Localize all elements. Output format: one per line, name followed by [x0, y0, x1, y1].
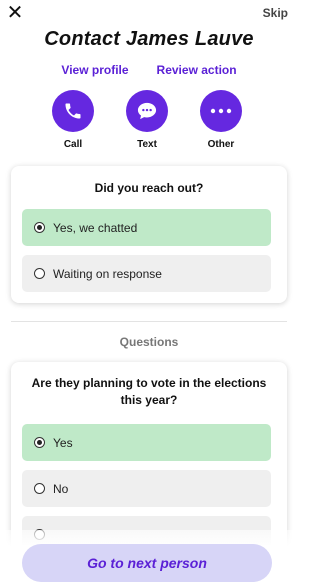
profile-links: View profile Review action — [0, 63, 298, 77]
other-label: Other — [207, 139, 235, 150]
option-no[interactable]: No — [22, 470, 271, 507]
reach-out-question: Did you reach out? — [94, 181, 204, 195]
call-button[interactable]: Call — [43, 90, 103, 150]
vote-question: Are they planning to vote in the electio… — [31, 376, 267, 407]
option-yes-chatted[interactable]: Yes, we chatted — [22, 209, 271, 246]
reach-out-card: Did you reach out? Yes, we chatted Waiti… — [11, 166, 287, 303]
page-title: Contact James Lauve — [44, 28, 254, 50]
skip-button[interactable]: Skip — [263, 6, 288, 20]
next-person-button[interactable]: Go to next person — [22, 544, 272, 582]
other-button[interactable]: Other — [191, 90, 251, 150]
option-label: Yes, we chatted — [53, 220, 138, 235]
questions-section-title: Questions — [119, 335, 179, 349]
text-button[interactable]: Text — [117, 90, 177, 150]
option-yes[interactable]: Yes — [22, 424, 271, 461]
option-label: No — [53, 481, 69, 496]
radio-empty-icon — [34, 483, 45, 494]
option-label: Yes — [53, 435, 73, 450]
top-bar: ✕ Skip — [0, 0, 298, 30]
chat-bubble-icon — [126, 90, 168, 132]
review-action-link[interactable]: Review action — [157, 63, 237, 77]
close-icon[interactable]: ✕ — [6, 3, 24, 23]
option-waiting[interactable]: Waiting on response — [22, 255, 271, 292]
text-label: Text — [137, 139, 157, 150]
section-divider — [11, 321, 287, 322]
option-label: Waiting on response — [53, 266, 162, 281]
radio-selected-icon — [34, 222, 45, 233]
phone-icon — [52, 90, 94, 132]
radio-selected-icon — [34, 437, 45, 448]
radio-empty-icon — [34, 268, 45, 279]
call-label: Call — [63, 139, 83, 150]
view-profile-link[interactable]: View profile — [61, 63, 128, 77]
more-dots-icon — [200, 90, 242, 132]
